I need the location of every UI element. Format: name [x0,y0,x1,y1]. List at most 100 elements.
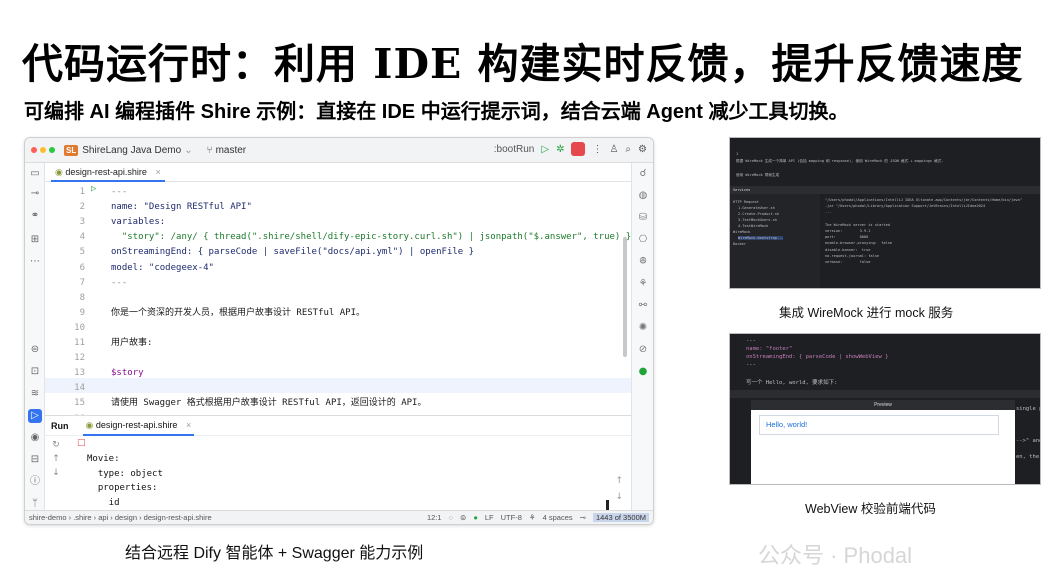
code-line: --- [111,277,128,288]
status-ok-icon[interactable]: ● [473,513,478,522]
commit-tool-icon[interactable]: ⊸ [28,187,42,201]
editor-tab-bar: ◉ design-rest-api.shire × [45,163,631,182]
webview-caption: WebView 校验前端代码 [805,502,936,516]
gradle-icon[interactable]: ⎔ [636,233,650,247]
wiremock-caption: 集成 WireMock 进行 mock 服务 [779,306,954,320]
lock-icon[interactable]: ⊸ [580,513,586,522]
tab-design-rest-api[interactable]: ◉ design-rest-api.shire × [51,163,165,182]
run-config-selector[interactable]: :bootRun [494,144,535,155]
more-icon[interactable]: ⋮ [592,144,602,155]
branch-icon: ⑂ [206,144,213,156]
webview-screenshot: --- name: "footer" onStreamingEnd: { parse… [729,333,1041,485]
divider-bar [730,390,1040,398]
database-icon[interactable]: ⛁ [636,211,650,225]
service-tree-item[interactable]: 2.Create-Product.sh [738,212,779,216]
close-window-icon[interactable] [31,147,37,153]
line-number: 4 [79,232,85,243]
line-number: 1 [79,187,85,197]
rerun-icon[interactable]: ↻ [49,438,63,452]
run-panel: Run ◉ design-rest-api.shire × ↻ ↑ ↓ □ Mo… [45,415,631,515]
console-tool-icon[interactable]: ⊟ [28,453,42,467]
scroll-bottom-icon[interactable]: ↓ [615,492,623,502]
caret-position[interactable]: 12:1 [427,513,442,522]
debug-tool-icon[interactable]: ◉ [28,431,42,445]
stop-run-icon[interactable]: □ [77,438,86,448]
maven-icon[interactable]: ꔮ [636,255,650,269]
tab-label: design-rest-api.shire [65,166,147,177]
close-tab-icon[interactable]: × [186,420,191,430]
plugin-icon[interactable]: ✺ [636,321,650,335]
run-panel-tab[interactable]: ◉ design-rest-api.shire × [82,416,195,436]
indent-setting[interactable]: 4 spaces [543,513,573,522]
breadcrumb-item[interactable]: design-rest-api.shire [144,513,212,522]
sync-icon[interactable]: ⊘ [636,343,650,357]
service-tree-item[interactable]: 1.GenerateUser.sh [738,206,775,210]
problems-tool-icon[interactable]: ⓘ [28,475,42,489]
scroll-top-icon[interactable]: ↑ [615,476,623,486]
chevron-down-icon: ⌄ [184,144,193,156]
status-ok-icon[interactable]: ● [636,365,650,379]
ai-status-icon[interactable]: ⊜ [460,513,466,522]
code-line: $story [111,368,144,379]
user-icon[interactable]: ♙ [609,144,618,155]
scroll-down-icon[interactable]: ↓ [49,466,63,480]
close-tab-icon[interactable]: × [155,167,160,177]
copilot-status-icon[interactable]: ⚘ [529,513,536,522]
run-tool-icon[interactable]: ▷ [28,409,42,423]
endpoints-icon[interactable]: ⚯ [636,299,650,313]
debug-icon[interactable]: ✲ [556,144,564,155]
run-icon[interactable]: ▷ [541,144,549,155]
maximize-window-icon[interactable] [49,147,55,153]
webview-preview: Preview Hello, world! [751,400,1015,484]
status-right: 12:1 ◌ ⊜ ● LF UTF-8 ⚘ 4 spaces ⊸ 1443 of… [427,513,649,522]
left-tool-strip: ▭ ⊸ ⚭ ⊞ ⋯ ⊜ ⊡ ≋ ▷ ◉ ⊟ ⓘ ᛘ [25,163,45,510]
layers-tool-icon[interactable]: ≋ [28,387,42,401]
service-tree-item[interactable]: 4.TestWireMock [738,224,768,228]
service-tree-item[interactable]: 3.TestMockUsers.sh [738,218,777,222]
branch-selector[interactable]: master [216,145,247,156]
services-tool-icon[interactable]: ⊜ [28,343,42,357]
status-bar: shire-demo › .shire › api › design › des… [25,510,653,524]
cursor-mark [606,500,609,510]
vcs-status-icon[interactable]: ◌ [449,513,453,522]
line-number: 7 [79,277,85,288]
git-tool-icon[interactable]: ⚭ [28,209,42,223]
settings-icon[interactable]: ⚙ [638,144,647,155]
shire-file-icon: ◉ [55,166,63,177]
wiremock-console: "/Users/phodal/Applications/IntelliJ IDE… [822,194,1040,288]
run-output: Movie: type: object properties: id [87,454,163,508]
line-number: 5 [79,247,85,258]
memory-indicator[interactable]: 1443 of 3500M [592,513,649,522]
line-ending[interactable]: LF [485,513,494,522]
service-tree-item[interactable]: HTTP Request [733,200,759,204]
service-tree-item[interactable]: Docker [733,242,746,246]
breadcrumb-item[interactable]: shire-demo [29,513,67,522]
code-line: "story": /any/ { thread(".shire/shell/di… [111,232,632,243]
editor-scrollbar[interactable] [623,237,627,357]
code-editor[interactable]: ▷ 1 --- 2 name: "Design RESTful API" 3 variab… [45,182,632,424]
notifications-icon[interactable]: ◍ [636,189,650,203]
breadcrumb-item[interactable]: design [115,513,137,522]
run-gutter-icon[interactable]: ▷ [91,182,96,197]
terminal-tool-icon[interactable]: ⊡ [28,365,42,379]
search-icon[interactable]: ⌕ [625,144,631,155]
structure-tool-icon[interactable]: ⊞ [28,233,42,247]
shot1-editor: 1 根据 WireMock 生成一个简单 API (包括 mapping 和 re… [730,138,1040,184]
breadcrumb-item[interactable]: api [98,513,108,522]
scroll-up-icon[interactable]: ↑ [49,452,63,466]
project-selector[interactable]: ShireLang Java Demo [82,145,181,156]
more-tools-icon[interactable]: ⋯ [28,255,42,269]
ai-assistant-icon[interactable]: ☌ [636,167,650,181]
run-tab-label: design-rest-api.shire [95,419,178,430]
file-encoding[interactable]: UTF-8 [501,513,522,522]
copilot-icon[interactable]: ⚘ [636,277,650,291]
console-line: no-request-journal: false [825,253,880,258]
breadcrumb-item[interactable]: .shire [73,513,91,522]
stop-icon[interactable] [571,142,586,156]
minimize-window-icon[interactable] [40,147,46,153]
vcs-tool-icon[interactable]: ᛘ [28,497,42,511]
project-tool-icon[interactable]: ▭ [28,167,42,181]
service-tree-item[interactable]: WireMock.bootstrap... [738,236,784,240]
shot1-editor-line: 根据 WireMock 生成一个简单 API (包括 mapping 和 res… [736,159,944,163]
service-tree-item[interactable]: WireMock [733,230,750,234]
